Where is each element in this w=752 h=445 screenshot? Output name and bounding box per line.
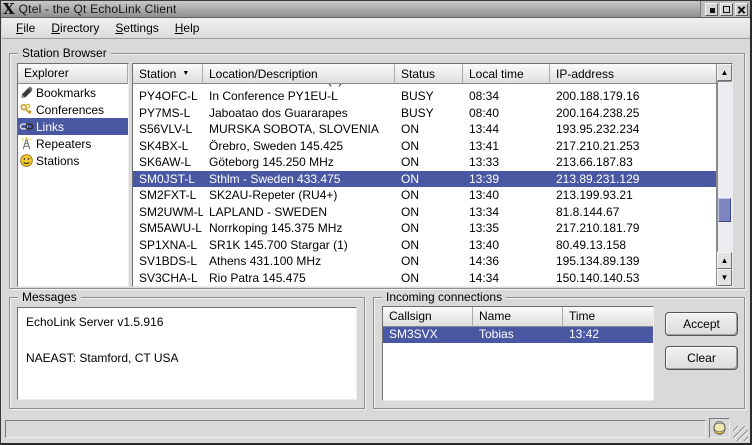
- explorer-panel: Explorer Bookmarks Conferences Links Rep…: [17, 63, 129, 287]
- titlebar[interactable]: X Qtel - the Qt EchoLink Client: [1, 1, 750, 18]
- menu-directory[interactable]: Directory: [43, 19, 107, 37]
- sidebar-item-label: Links: [36, 120, 64, 134]
- column-header-status[interactable]: Status: [395, 64, 463, 84]
- menu-settings[interactable]: Settings: [107, 19, 166, 37]
- table-row[interactable]: SK4BX-LÖrebro, Sweden 145.425ON13:41217.…: [133, 138, 716, 155]
- chain-link-icon: [19, 119, 34, 134]
- window-controls: [700, 1, 749, 17]
- message-line: NAEAST: Stamford, CT USA: [26, 349, 348, 367]
- sidebar-item-label: Bookmarks: [36, 86, 96, 100]
- table-row[interactable]: SM5AWU-LNorrkoping 145.375 MHzON13:35217…: [133, 220, 716, 237]
- table-row[interactable]: SP1XNA-LSR1K 145.700 Stargar (1)ON13:408…: [133, 237, 716, 254]
- station-list-header: Station▼ Location/Description Status Loc…: [133, 64, 716, 84]
- qtel-window: X Qtel - the Qt EchoLink Client File Dir…: [0, 0, 752, 445]
- window-title: Qtel - the Qt EchoLink Client: [19, 2, 177, 16]
- table-row[interactable]: PY7MS-LJaboatao dos GuararapesBUSY08:402…: [133, 105, 716, 122]
- resize-grip[interactable]: [733, 426, 748, 441]
- message-line: [26, 331, 348, 349]
- sidebar-item-conferences[interactable]: Conferences: [18, 101, 128, 118]
- menubar: File Directory Settings Help: [2, 18, 750, 39]
- column-header-station[interactable]: Station▼: [133, 64, 203, 84]
- sidebar-item-label: Conferences: [36, 103, 104, 117]
- x-logo-icon: X: [1, 2, 19, 17]
- antenna-icon: [19, 136, 34, 151]
- menu-file[interactable]: File: [8, 19, 43, 37]
- arrow-up-icon: ▲: [721, 69, 729, 77]
- maximize-button[interactable]: [720, 3, 733, 16]
- explorer-header[interactable]: Explorer: [18, 64, 128, 84]
- table-row[interactable]: SM2UWM-LLAPLAND - SWEDENON13:3481.8.144.…: [133, 204, 716, 221]
- bookmark-icon: [19, 85, 34, 100]
- incoming-row-selected[interactable]: SM3SVX Tobias 13:42: [383, 326, 653, 343]
- table-row[interactable]: SM2FXT-LSK2AU-Repeter (RU4+)ON13:40213.1…: [133, 187, 716, 204]
- table-row[interactable]: SV1BDS-LAthens 431.100 MHzON14:36195.134…: [133, 253, 716, 270]
- minimize-icon: [710, 8, 715, 13]
- sidebar-item-links[interactable]: Links: [18, 118, 128, 135]
- incoming-table-header: Callsign Name Time: [383, 307, 653, 326]
- column-header-location[interactable]: Location/Description: [203, 64, 395, 84]
- sidebar-item-repeaters[interactable]: Repeaters: [18, 135, 128, 152]
- sort-descending-icon: ▼: [182, 70, 189, 77]
- incoming-connections-label: Incoming connections: [382, 290, 506, 304]
- station-list: Station▼ Location/Description Status Loc…: [132, 63, 733, 287]
- column-header-ip[interactable]: IP-address: [550, 64, 716, 84]
- statusbar-led-panel: [709, 418, 730, 438]
- scroll-up-button-2[interactable]: ▲: [717, 252, 732, 269]
- accept-button[interactable]: Accept: [665, 312, 738, 336]
- minimize-button[interactable]: [705, 3, 718, 16]
- sidebar-item-label: Repeaters: [36, 137, 91, 151]
- table-row[interactable]: PY4OFC-LIn Conference PY1EU-LBUSY08:3420…: [133, 88, 716, 105]
- maximize-icon: [723, 6, 730, 13]
- arrow-up-icon: ▲: [721, 257, 729, 265]
- lamp-indicator-icon: [713, 421, 726, 436]
- arrow-down-icon: ▼: [721, 274, 729, 282]
- scrollbar-thumb[interactable]: [718, 198, 731, 222]
- menu-help[interactable]: Help: [167, 19, 208, 37]
- station-list-body: Station▼ Location/Description Status Loc…: [133, 64, 716, 286]
- table-row[interactable]: SV3CHA-LRio Patra 145.475ON14:34150.140.…: [133, 270, 716, 287]
- table-row[interactable]: S56VLV-LMURSKA SOBOTA, SLOVENIAON13:4419…: [133, 121, 716, 138]
- column-header-time[interactable]: Time: [563, 307, 653, 327]
- clear-button[interactable]: Clear: [665, 346, 738, 370]
- station-browser-label: Station Browser: [18, 46, 111, 60]
- scrollbar-track[interactable]: [717, 81, 732, 252]
- table-row[interactable]: SK6AW-LGöteborg 145.250 MHzON13:33213.66…: [133, 154, 716, 171]
- scroll-up-button[interactable]: ▲: [717, 64, 732, 81]
- messages-label: Messages: [18, 290, 81, 304]
- vertical-scrollbar: ▲ ▲ ▼: [716, 64, 732, 286]
- sidebar-item-stations[interactable]: Stations: [18, 152, 128, 169]
- statusbar-message-field: [5, 420, 706, 438]
- messages-textarea[interactable]: EchoLink Server v1.5.916 NAEAST: Stamfor…: [17, 307, 357, 400]
- incoming-connections-table: Callsign Name Time SM3SVX Tobias 13:42: [382, 306, 654, 401]
- message-line: EchoLink Server v1.5.916: [26, 313, 348, 331]
- sidebar-item-bookmarks[interactable]: Bookmarks: [18, 84, 128, 101]
- sidebar-item-label: Stations: [36, 154, 79, 168]
- close-button[interactable]: [735, 3, 748, 16]
- close-icon: [736, 4, 747, 15]
- keys-icon: [19, 102, 34, 117]
- smiley-icon: [19, 153, 34, 168]
- column-header-localtime[interactable]: Local time: [463, 64, 550, 84]
- column-header-callsign[interactable]: Callsign: [383, 307, 473, 327]
- column-header-name[interactable]: Name: [473, 307, 563, 327]
- table-row-selected[interactable]: SM0JST-LSthlm - Sweden 433.475ON13:39213…: [133, 171, 716, 188]
- scroll-down-button[interactable]: ▼: [717, 269, 732, 286]
